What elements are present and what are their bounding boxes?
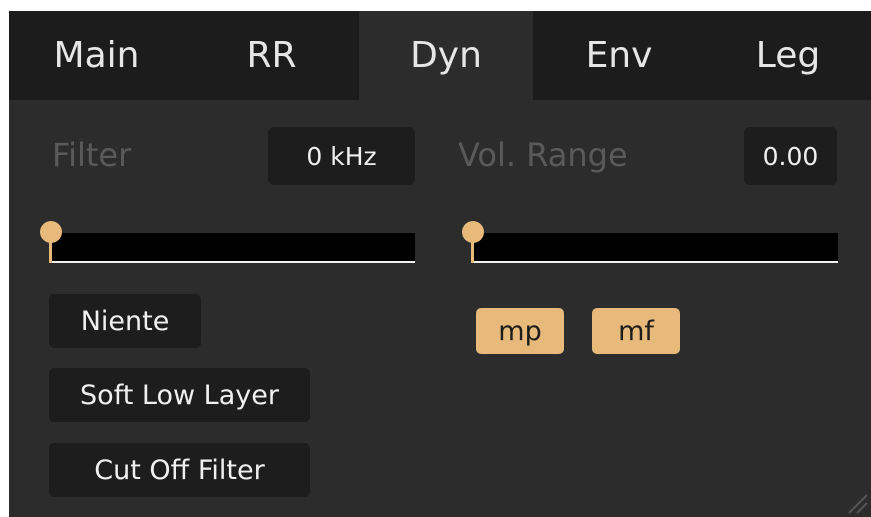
filter-slider-knob[interactable] (40, 221, 62, 243)
dynamics-panel: Main RR Dyn Env Leg Filter 0 kHz Vol. Ra… (9, 11, 871, 517)
tab-dyn[interactable]: Dyn (359, 11, 533, 100)
filter-label: Filter (52, 136, 132, 174)
niente-button[interactable]: Niente (49, 294, 201, 348)
soft-low-layer-button[interactable]: Soft Low Layer (49, 368, 310, 422)
tab-main[interactable]: Main (9, 11, 184, 100)
vol-range-label: Vol. Range (458, 136, 628, 174)
filter-value-field[interactable]: 0 kHz (268, 127, 415, 185)
mp-button[interactable]: mp (476, 308, 564, 354)
mf-button[interactable]: mf (592, 308, 680, 354)
vol-range-slider-knob[interactable] (462, 221, 484, 243)
tab-env[interactable]: Env (533, 11, 705, 100)
vol-range-slider-baseline (471, 261, 838, 263)
vol-range-slider-track (471, 233, 838, 261)
filter-slider[interactable] (40, 221, 415, 263)
filter-slider-track (49, 233, 415, 261)
vol-range-slider[interactable] (462, 221, 838, 263)
tab-leg[interactable]: Leg (705, 11, 871, 100)
tab-bar: Main RR Dyn Env Leg (9, 11, 871, 100)
resize-grip-icon[interactable] (843, 489, 869, 515)
tab-rr[interactable]: RR (184, 11, 359, 100)
filter-slider-baseline (49, 261, 415, 263)
vol-range-value-field[interactable]: 0.00 (744, 127, 837, 185)
cut-off-filter-button[interactable]: Cut Off Filter (49, 443, 310, 497)
